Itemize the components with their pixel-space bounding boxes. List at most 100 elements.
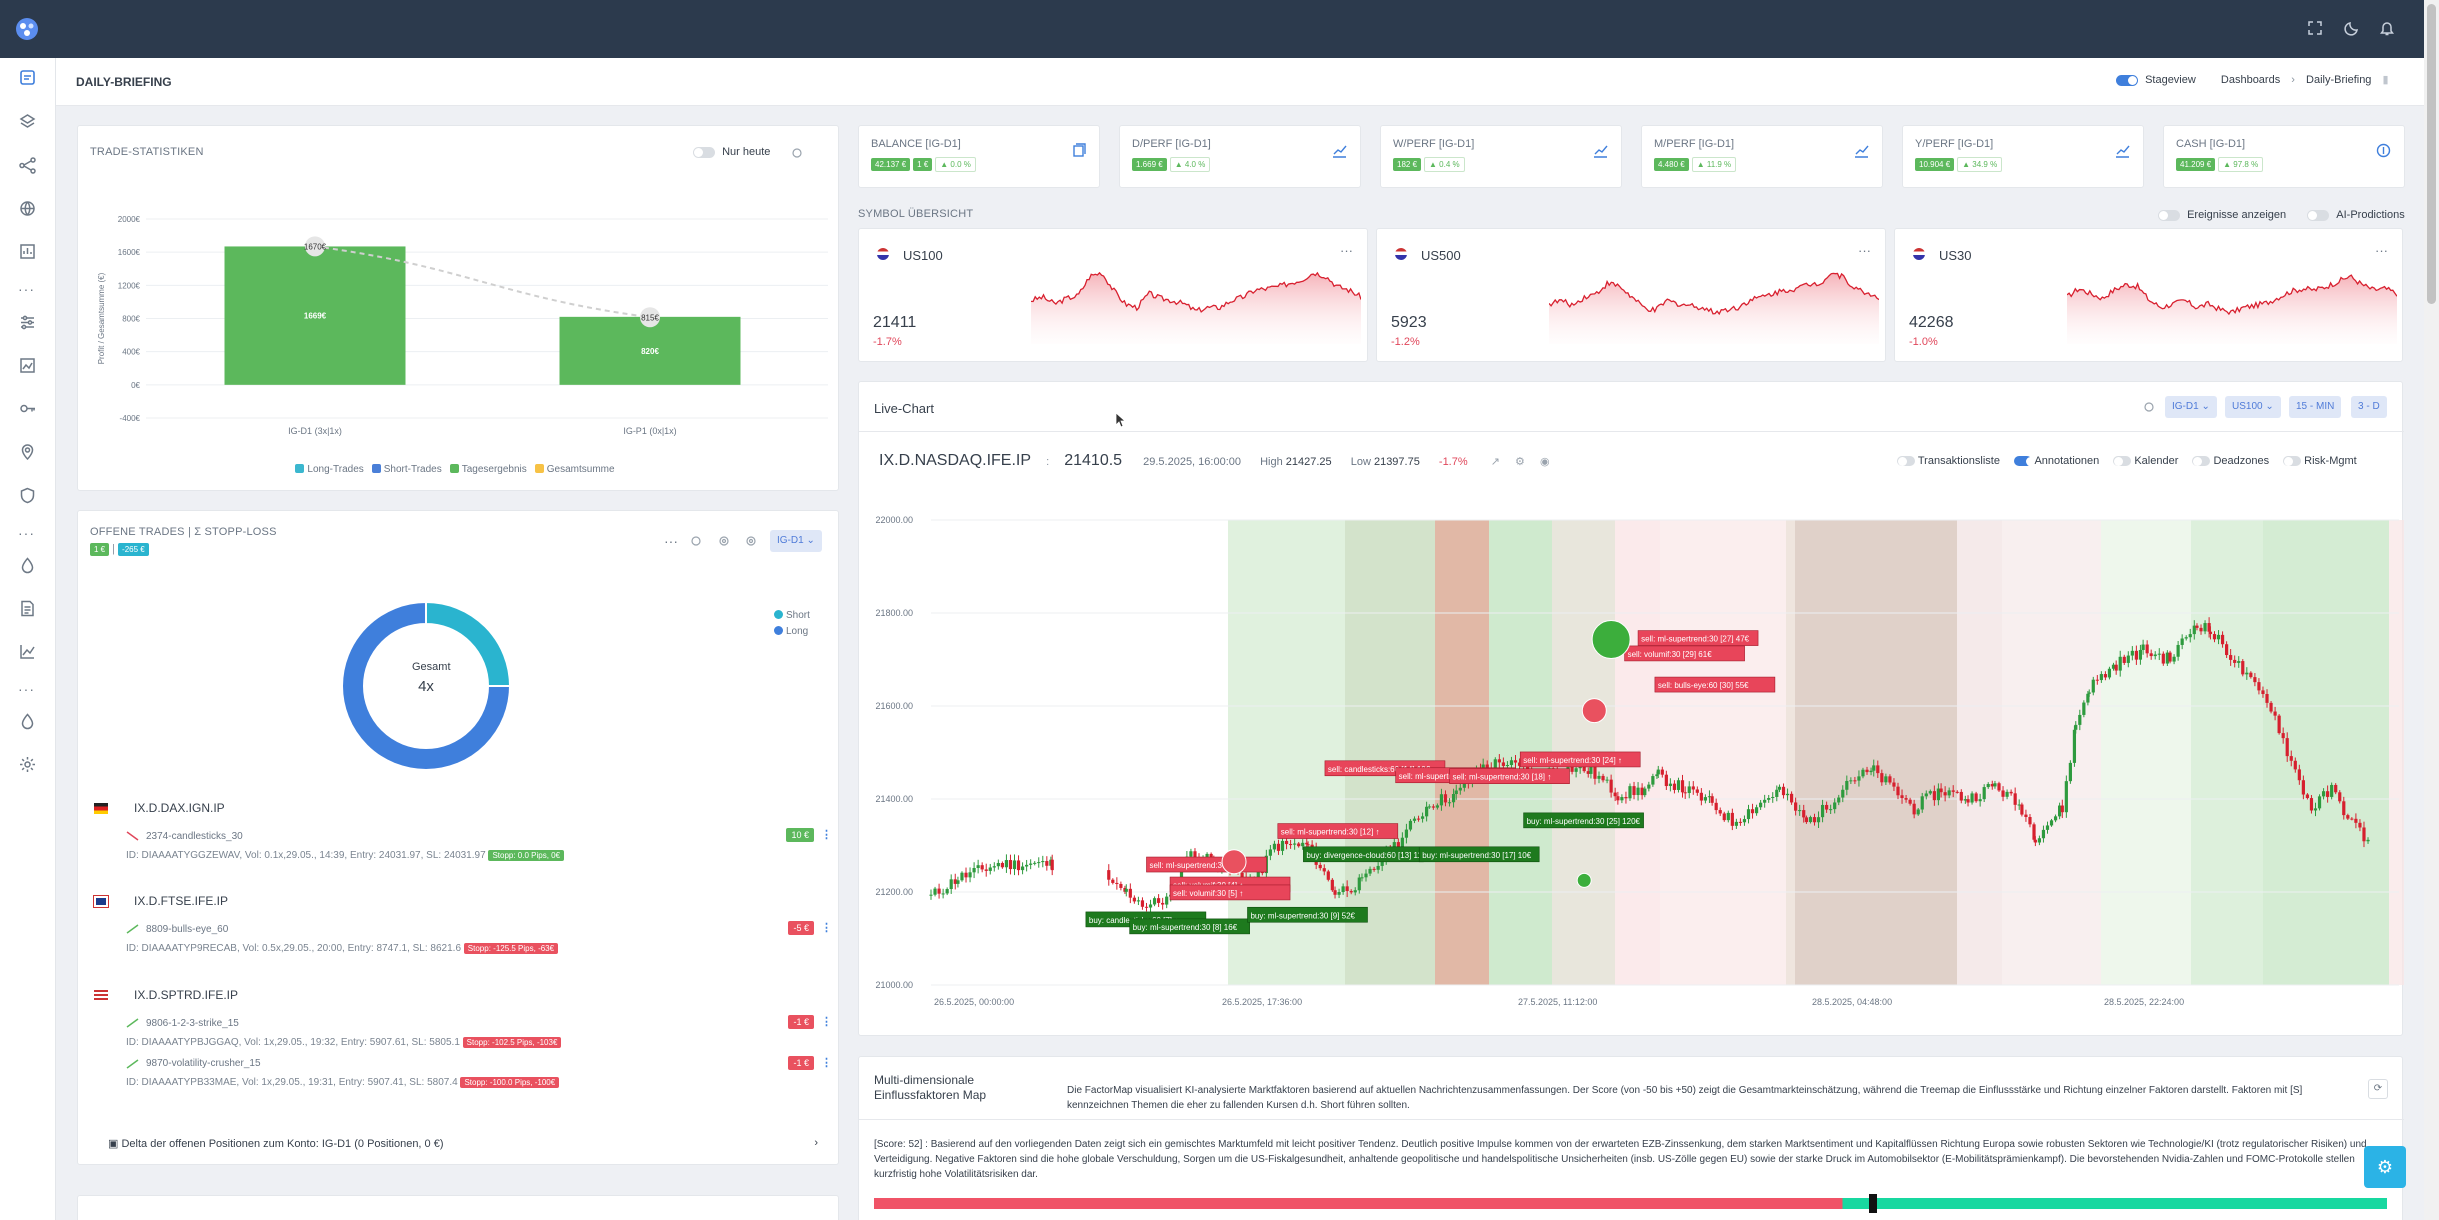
symbol-card-us30[interactable]: US30 ··· 42268 -1.0% — [1894, 228, 2403, 362]
trade-symbol[interactable]: IX.D.FTSE.IFE.IP — [134, 894, 228, 908]
legend-item[interactable]: Long-Trades — [295, 464, 364, 475]
kpi-card[interactable]: CASH [IG-D1] 41.209 € ▲ 97.8 % — [2163, 125, 2405, 188]
more-dots-icon[interactable]: ··· — [2375, 243, 2388, 258]
layers-icon[interactable] — [18, 112, 37, 131]
stageview-toggle[interactable] — [2116, 74, 2138, 86]
drop-icon[interactable] — [18, 556, 37, 575]
point-label: 1670€ — [304, 242, 327, 251]
map-pin-icon[interactable] — [18, 442, 37, 461]
settings-icon[interactable]: ⚙ — [1515, 456, 1525, 468]
fullscreen-icon[interactable] — [2306, 19, 2324, 37]
eye-icon[interactable] — [718, 535, 730, 547]
app-logo-icon[interactable] — [14, 16, 40, 42]
account-select[interactable]: IG-D1 ⌄ — [2165, 396, 2217, 418]
chart-line-icon[interactable] — [2114, 142, 2131, 159]
candle-body — [1767, 797, 1771, 800]
share-nodes-icon[interactable] — [18, 156, 37, 175]
chart-line-icon[interactable] — [1853, 142, 1870, 159]
symbol-select[interactable]: US100 ⌄ — [2225, 396, 2281, 418]
document-icon[interactable] — [18, 599, 37, 618]
eye-icon[interactable]: ◉ — [1540, 456, 1550, 468]
candle-body — [1157, 898, 1161, 903]
candle-body — [1777, 786, 1782, 790]
symbol-card-us100[interactable]: US100 ··· 21411 -1.7% — [858, 228, 1368, 362]
gear-icon[interactable] — [18, 755, 37, 774]
chart-line-icon[interactable] — [1331, 142, 1348, 159]
key-icon[interactable] — [18, 399, 37, 418]
legend-item[interactable]: Gesamtsumme — [534, 464, 615, 475]
kpi-card[interactable]: D/PERF [IG-D1] 1.669 € ▲ 4.0 % — [1119, 125, 1361, 188]
positions-delta-row[interactable]: ▣ Delta der offenen Positionen zum Konto… — [108, 1137, 818, 1150]
candle-body — [1908, 799, 1912, 804]
symbol-card-us500[interactable]: US500 ··· 5923 -1.2% — [1376, 228, 1886, 362]
candle-body — [1425, 806, 1429, 817]
legend-item[interactable]: Tagesergebnis — [449, 464, 527, 475]
floating-settings-button[interactable]: ⚙ — [2364, 1146, 2406, 1188]
trade-menu-icon[interactable]: ⋮ — [821, 1056, 832, 1069]
candle-body — [976, 865, 980, 869]
moon-icon[interactable] — [2343, 19, 2361, 37]
more-dots-icon[interactable]: ··· — [1340, 243, 1353, 258]
more-dots-icon[interactable]: ··· — [18, 682, 37, 703]
trade-symbol[interactable]: IX.D.DAX.IGN.IP — [134, 801, 225, 815]
image-chart-icon[interactable] — [18, 356, 37, 375]
ai-predictions-toggle[interactable] — [2307, 209, 2330, 221]
chart-change: -1.7% — [1438, 456, 1468, 468]
report-icon[interactable] — [18, 242, 37, 261]
info-square-icon: ▣ — [108, 1138, 119, 1150]
interval-select[interactable]: 15 - MIN — [2289, 396, 2342, 418]
refresh-icon[interactable] — [690, 535, 702, 547]
kpi-card[interactable]: W/PERF [IG-D1] 182 € ▲ 0.4 % — [1380, 125, 1622, 188]
trade-menu-icon[interactable]: ⋮ — [821, 1015, 832, 1028]
legend-item[interactable]: Short-Trades — [371, 464, 442, 475]
trade-menu-icon[interactable]: ⋮ — [821, 921, 832, 934]
sliders-icon[interactable] — [18, 313, 37, 332]
candle-body — [960, 872, 964, 881]
more-dots-icon[interactable]: ··· — [18, 282, 37, 303]
coin-icon[interactable] — [2375, 142, 2392, 159]
page-scrollbar[interactable] — [2424, 0, 2439, 1220]
candle-body — [1742, 819, 1747, 823]
chart-toggle-transaktionsliste[interactable]: Transaktionsliste — [1897, 455, 2000, 467]
candle-body — [1624, 797, 1628, 799]
candle-body — [2068, 762, 2072, 782]
external-link-icon[interactable]: ↗ — [1491, 456, 1500, 468]
shield-icon[interactable] — [18, 486, 37, 505]
trade-symbol[interactable]: IX.D.SPTRD.IFE.IP — [134, 988, 238, 1002]
kpi-card[interactable]: M/PERF [IG-D1] 4.480 € ▲ 11.9 % — [1641, 125, 1883, 188]
range-select[interactable]: 3 - D — [2351, 396, 2387, 418]
settings-icon[interactable] — [745, 535, 757, 547]
signal-zone — [1660, 520, 1786, 985]
dashboard-icon[interactable] — [18, 68, 37, 87]
bookmark-icon[interactable]: ▮ — [2383, 74, 2389, 86]
kpi-card[interactable]: BALANCE [IG-D1] 42.137 €1 € ▲ 0.0 % — [858, 125, 1100, 188]
chart-line-icon[interactable] — [1592, 142, 1609, 159]
chart-toggle-kalender[interactable]: Kalender — [2113, 455, 2178, 467]
account-select[interactable]: IG-D1 ⌄ — [770, 530, 822, 552]
chevron-right-icon[interactable]: › — [814, 1137, 818, 1149]
copy-icon[interactable] — [1070, 142, 1087, 159]
chart-toggle-deadzones[interactable]: Deadzones — [2192, 455, 2269, 467]
chart-toggle-annotationen[interactable]: Annotationen — [2013, 455, 2099, 467]
globe-icon[interactable] — [18, 199, 37, 218]
refresh-button[interactable]: ⟳ — [2368, 1079, 2388, 1099]
y-axis-label: Profit / Gesamtsumme (€) — [97, 272, 106, 364]
trade-strategy: 8809-bulls-eye_60 — [146, 924, 229, 935]
trade-menu-icon[interactable]: ⋮ — [821, 828, 832, 841]
candle-body — [1128, 888, 1132, 898]
refresh-icon[interactable] — [791, 147, 803, 159]
chart-toggle-risk-mgmt[interactable]: Risk-Mgmt — [2283, 455, 2357, 467]
nur-heute-toggle[interactable] — [693, 146, 715, 158]
refresh-icon[interactable] — [2143, 401, 2155, 413]
more-dots-icon[interactable]: ··· — [18, 526, 37, 547]
candle-body — [2037, 838, 2042, 843]
more-dots-icon[interactable]: ··· — [1858, 243, 1871, 258]
events-toggle[interactable] — [2158, 209, 2180, 221]
chart-line-icon[interactable] — [18, 642, 37, 661]
more-dots-icon[interactable]: ··· — [664, 533, 678, 549]
candle-body — [1364, 873, 1368, 878]
breadcrumb-dashboards[interactable]: Dashboards — [2221, 74, 2280, 86]
drop-icon[interactable] — [18, 712, 37, 731]
kpi-card[interactable]: Y/PERF [IG-D1] 10.904 € ▲ 34.9 % — [1902, 125, 2144, 188]
bell-icon[interactable] — [2378, 19, 2396, 37]
